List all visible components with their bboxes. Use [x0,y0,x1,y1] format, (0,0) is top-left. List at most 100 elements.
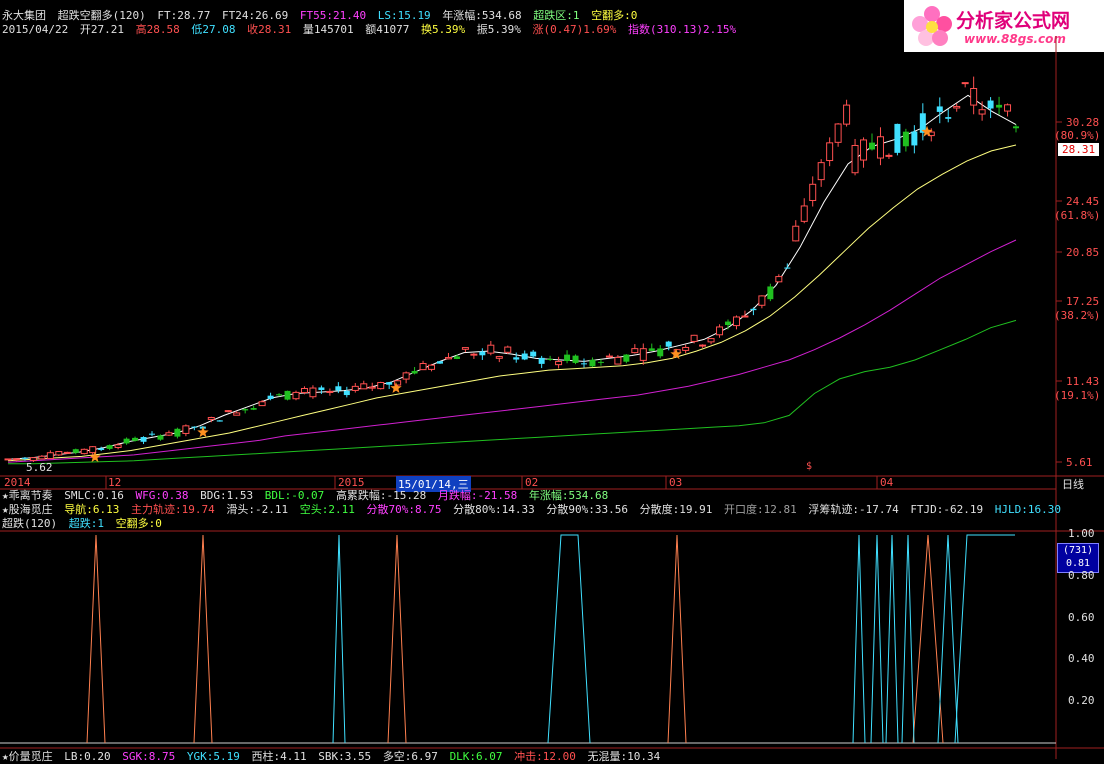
candle-body [581,363,587,365]
sub-box-top: (731) [1062,545,1094,556]
dollar-marker-icon: $ [806,461,813,472]
price-label: 11.43 [1066,375,1100,388]
candle-body [690,334,698,342]
date-label: 2015 [338,476,365,489]
candle-body [843,104,851,125]
oversold-spike [193,534,213,744]
candle-body [216,420,223,422]
candle-body [885,154,893,157]
candle-body [46,452,54,460]
candle-body [1013,126,1019,129]
date-label: 2014 [4,476,31,489]
candle-body [402,372,410,380]
candle-body [631,348,639,354]
candle-body [970,87,978,106]
candle-body [758,295,766,306]
candle-body [411,370,418,374]
candle-body [521,353,528,360]
candle-body [419,363,427,371]
candle-body [267,395,274,399]
candle-body [72,449,79,453]
short-to-long-spike [885,534,899,744]
candle-body [936,106,943,112]
info2-disp80: 分散80%:14.33 [453,503,535,516]
low-price-label: 5.62 [26,461,53,474]
candle-body [792,225,800,242]
bottom-info-row: ★价量觅庄 LB:0.20 SGK:8.75 YGK:5.19 西柱:4.11 … [2,750,665,764]
candle-body [487,344,495,354]
oversold-spike [667,534,687,744]
candle-body [386,382,393,385]
candle-body [4,458,12,461]
candle-body [589,359,596,367]
signal-plateau [547,534,591,744]
candle-body [572,355,579,363]
price-pct-label: (80.9%) [1054,129,1101,142]
candle-body [132,437,139,441]
candle-body [834,123,842,143]
ma-green-line [8,319,1017,465]
candle-body [343,390,350,396]
price-pct-label: (61.8%) [1054,209,1101,222]
short-to-long-spike [901,534,915,744]
candle-body [750,308,757,311]
bottom-xizhu: 西柱:4.11 [251,750,307,763]
price-label: 30.28 [1066,116,1100,129]
info1-wfg: WFG:0.38 [135,489,189,502]
candle-body [605,355,613,358]
info2-open-deg: 开口度:12.81 [723,503,797,516]
candle-body [444,357,452,360]
candle-body [106,445,113,449]
candle-body [597,361,604,363]
candle-body [453,356,460,359]
sub-name[interactable]: 超跌(120) [2,517,57,530]
candle-body [55,451,63,456]
short-to-long-spike [332,534,346,744]
info2-name[interactable]: ★股海觅庄 [2,503,53,516]
candle-body [800,205,808,222]
candle-body [547,358,554,360]
candle-body [1004,104,1012,112]
candle-body [665,341,672,347]
candle-body [300,388,308,394]
candle-body [63,451,71,454]
candle-body [335,386,342,391]
candle-body [996,104,1003,108]
bottom-name[interactable]: ★价量觅庄 [2,750,53,763]
star-signal-icon [197,426,209,438]
candle-body [98,448,105,451]
candle-body [775,276,783,283]
candle-body [149,433,155,435]
info2-float-track: 浮筹轨迹:-17.74 [808,503,899,516]
candle-body [732,316,740,327]
sub-axis-label: 1.00 [1068,527,1095,540]
candle-body [318,387,325,390]
bottom-chongji: 冲击:12.00 [514,750,576,763]
candle-body [894,123,901,153]
candle-body [657,348,664,357]
candle-body [174,428,181,437]
info1-bdg: BDG:1.53 [200,489,254,502]
candle-body [123,438,130,444]
ma-magenta-line [7,239,1017,463]
short-to-long-spike [870,534,884,744]
candle-body [530,351,537,357]
oversold-spike [387,534,407,744]
bottom-dlk: DLK:6.07 [449,750,503,763]
sub-short-to-long: 空翻多:0 [115,517,162,530]
period-button[interactable]: 日线 [1062,476,1084,492]
info2-ftjd: FTJD:-62.19 [910,503,984,516]
candle-body [725,321,731,326]
info2-hjld: HJLD:16.30 [994,503,1062,516]
candle-body [368,386,376,389]
info1-name[interactable]: ★乖离节奏 [2,489,53,502]
candle-body [784,267,791,269]
candle-body [851,144,859,174]
candle-body [945,117,952,119]
candle-body [555,360,563,366]
candle-body [242,409,249,411]
candle-body [428,364,436,370]
candle-body [12,458,20,461]
oversold-spike [86,534,106,744]
short-to-long-spike [852,534,866,744]
